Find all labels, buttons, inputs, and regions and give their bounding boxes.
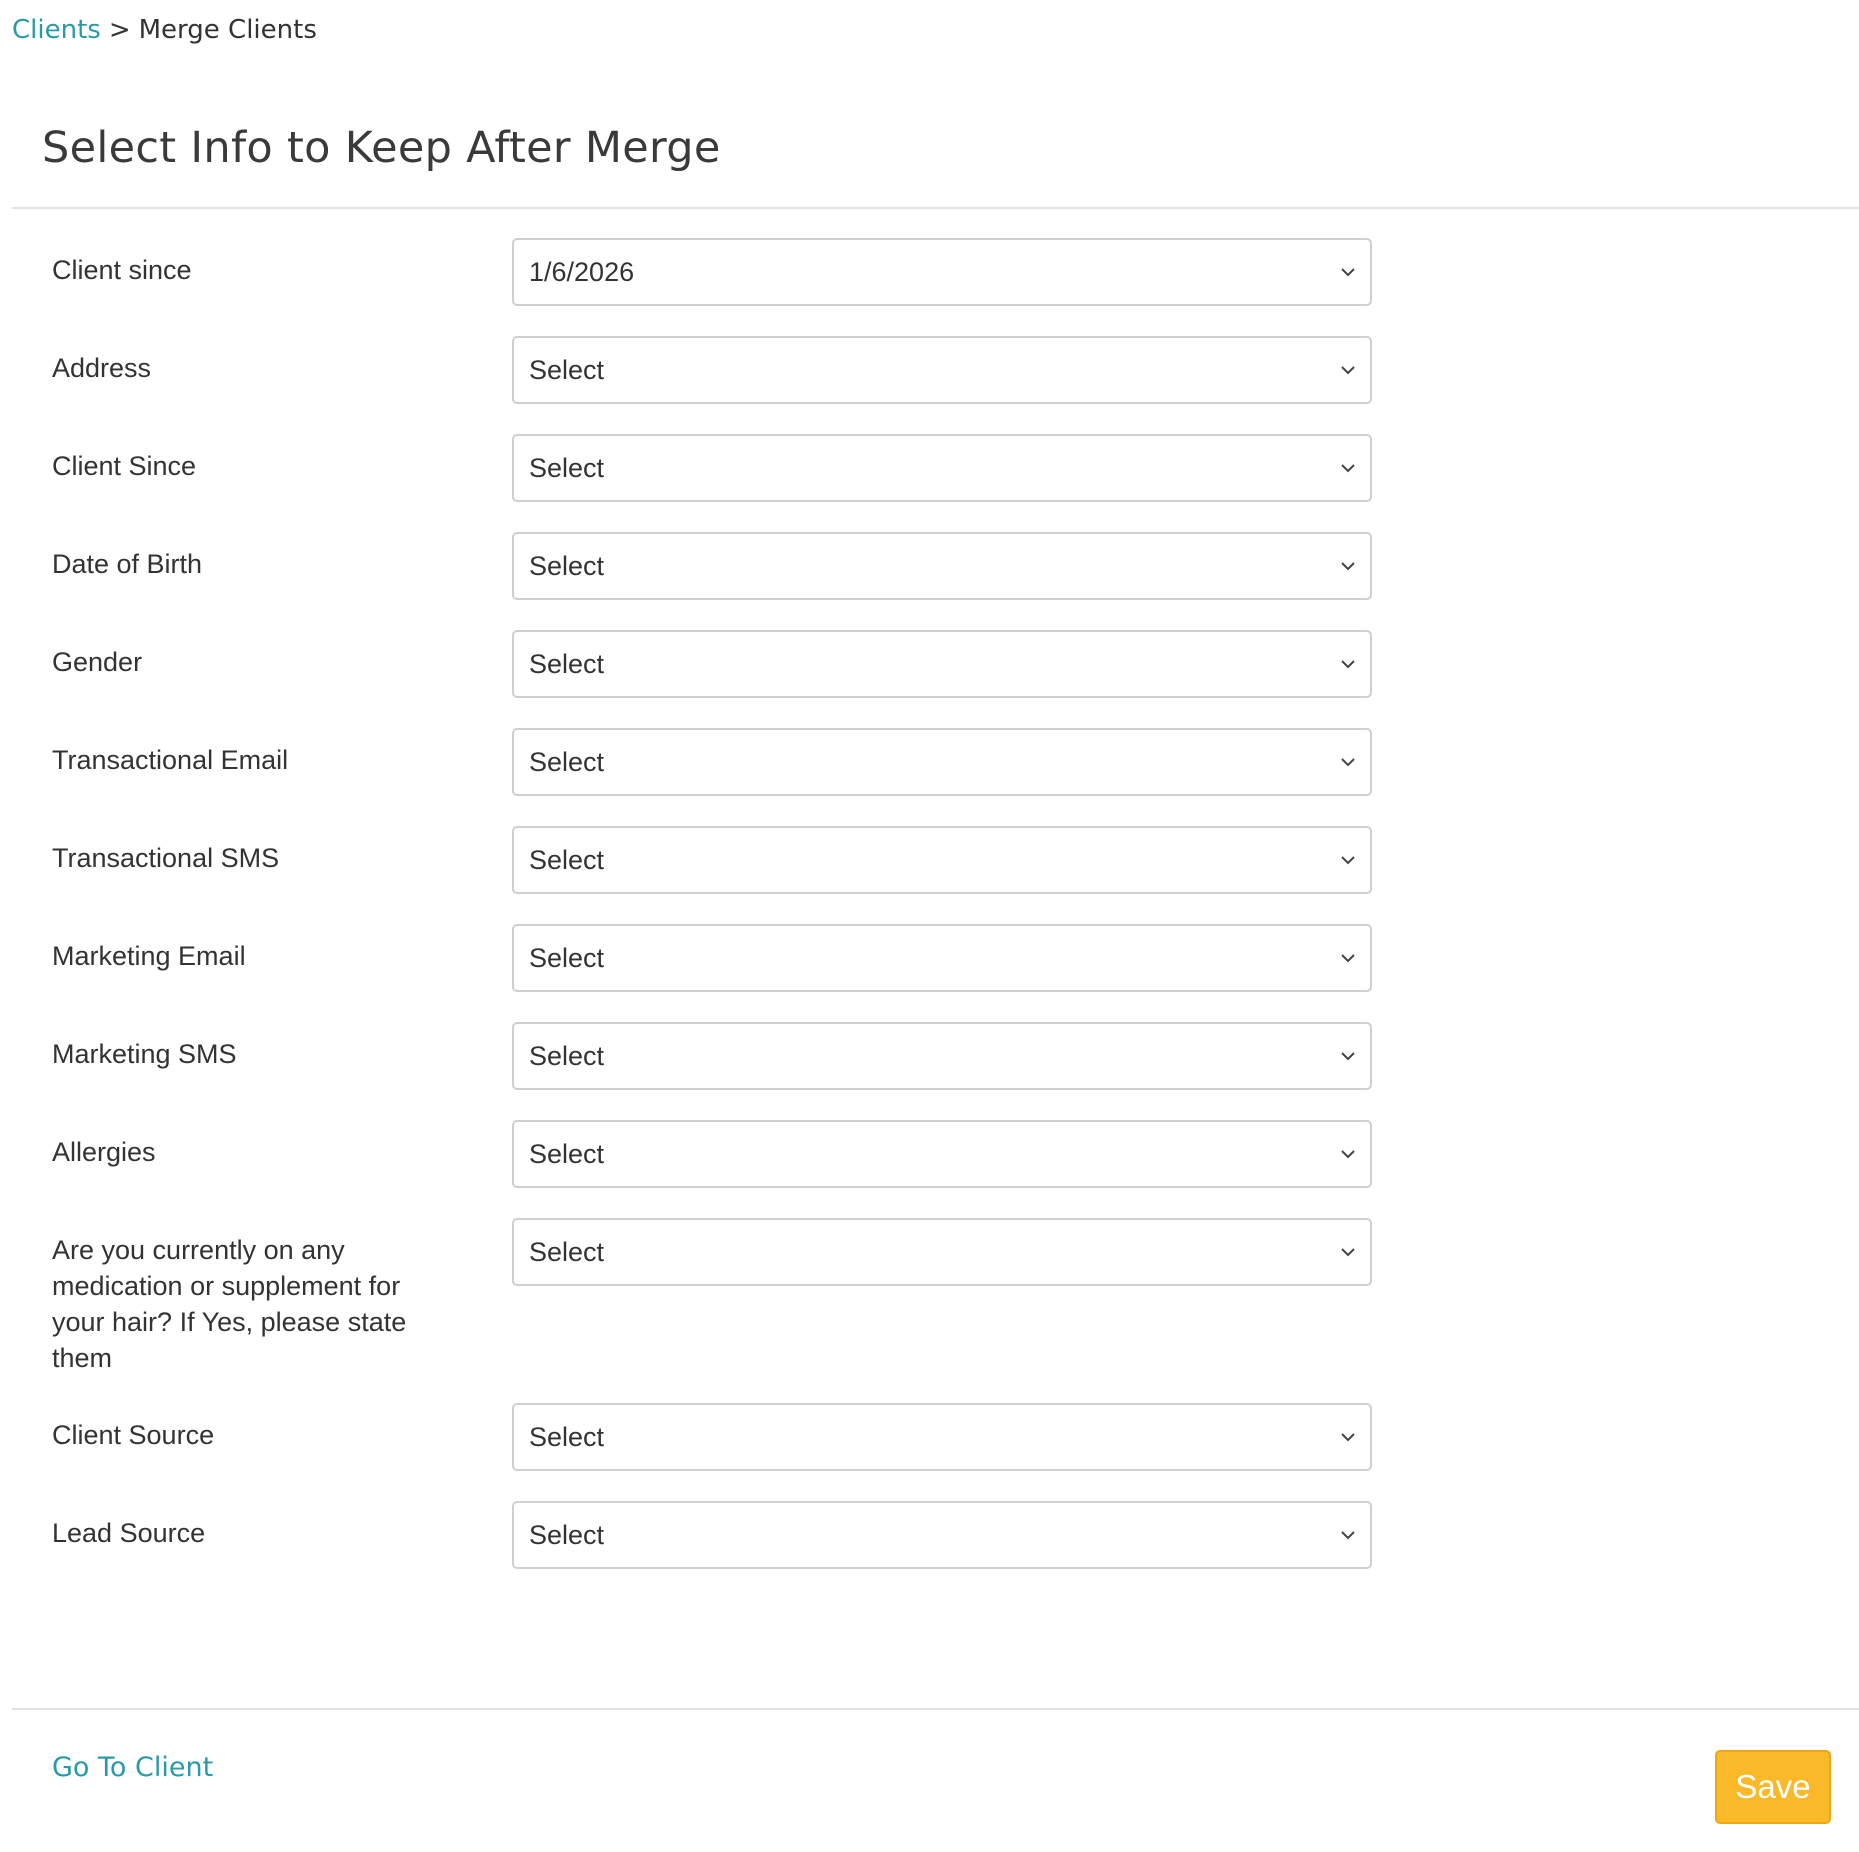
chevron-down-icon	[1341, 954, 1355, 963]
breadcrumb-separator: >	[108, 15, 131, 45]
address-select-value: Select	[529, 355, 605, 385]
gender-select[interactable]: Select	[512, 630, 1372, 698]
chevron-down-icon	[1341, 464, 1355, 473]
chevron-down-icon	[1341, 856, 1355, 865]
date-of-birth-select[interactable]: Select	[512, 532, 1372, 600]
date-of-birth-select-value: Select	[529, 551, 605, 581]
client-source-select[interactable]: Select	[512, 1403, 1372, 1471]
chevron-down-icon	[1341, 1248, 1355, 1257]
marketing-email-select[interactable]: Select	[512, 924, 1372, 992]
chevron-down-icon	[1341, 1150, 1355, 1159]
allergies-select-value: Select	[529, 1139, 605, 1169]
client-since-2-select-value: Select	[529, 453, 605, 483]
chevron-down-icon	[1341, 268, 1355, 277]
field-label-marketing-email: Marketing Email	[52, 941, 246, 971]
client-source-select-value: Select	[529, 1422, 605, 1452]
chevron-down-icon	[1341, 366, 1355, 375]
hair-medication-select[interactable]: Select	[512, 1218, 1372, 1286]
field-label-transactional-email: Transactional Email	[52, 745, 289, 775]
header-divider	[12, 207, 1859, 209]
field-label-client-source: Client Source	[52, 1420, 215, 1450]
chevron-down-icon	[1341, 1531, 1355, 1540]
chevron-down-icon	[1341, 1433, 1355, 1442]
field-label-date-of-birth: Date of Birth	[52, 549, 203, 579]
breadcrumb: Clients > Merge Clients	[12, 12, 317, 48]
lead-source-select-value: Select	[529, 1520, 605, 1550]
client-since-select-value: 1/6/2026	[529, 257, 635, 287]
marketing-sms-select-value: Select	[529, 1041, 605, 1071]
hair-medication-select-value: Select	[529, 1237, 605, 1267]
marketing-email-select-value: Select	[529, 943, 605, 973]
field-label-client-since: Client since	[52, 255, 192, 285]
transactional-sms-select[interactable]: Select	[512, 826, 1372, 894]
transactional-email-select-value: Select	[529, 747, 605, 777]
transactional-sms-select-value: Select	[529, 845, 605, 875]
chevron-down-icon	[1341, 562, 1355, 571]
client-since-2-select[interactable]: Select	[512, 434, 1372, 502]
field-label-hair-medication: Are you currently on any medication or s…	[52, 1235, 407, 1373]
address-select[interactable]: Select	[512, 336, 1372, 404]
save-button[interactable]: Save	[1715, 1750, 1831, 1824]
go-to-client-link[interactable]: Go To Client	[52, 1750, 213, 1786]
allergies-select[interactable]: Select	[512, 1120, 1372, 1188]
chevron-down-icon	[1341, 660, 1355, 669]
field-label-transactional-sms: Transactional SMS	[52, 843, 280, 873]
chevron-down-icon	[1341, 1052, 1355, 1061]
field-label-gender: Gender	[52, 647, 143, 677]
breadcrumb-clients-link[interactable]: Clients	[12, 15, 101, 45]
chevron-down-icon	[1341, 758, 1355, 767]
transactional-email-select[interactable]: Select	[512, 728, 1372, 796]
gender-select-value: Select	[529, 649, 605, 679]
field-label-lead-source: Lead Source	[52, 1518, 206, 1548]
client-since-select[interactable]: 1/6/2026	[512, 238, 1372, 306]
field-label-client-since-2: Client Since	[52, 451, 197, 481]
footer-divider	[12, 1708, 1859, 1710]
merge-clients-page: Clients > Merge Clients Select Info to Kee…	[0, 0, 1859, 1852]
field-label-address: Address	[52, 353, 152, 383]
marketing-sms-select[interactable]: Select	[512, 1022, 1372, 1090]
lead-source-select[interactable]: Select	[512, 1501, 1372, 1569]
field-label-marketing-sms: Marketing SMS	[52, 1039, 237, 1069]
page-title: Select Info to Keep After Merge	[42, 123, 721, 173]
field-label-allergies: Allergies	[52, 1137, 156, 1167]
breadcrumb-current: Merge Clients	[138, 15, 317, 45]
